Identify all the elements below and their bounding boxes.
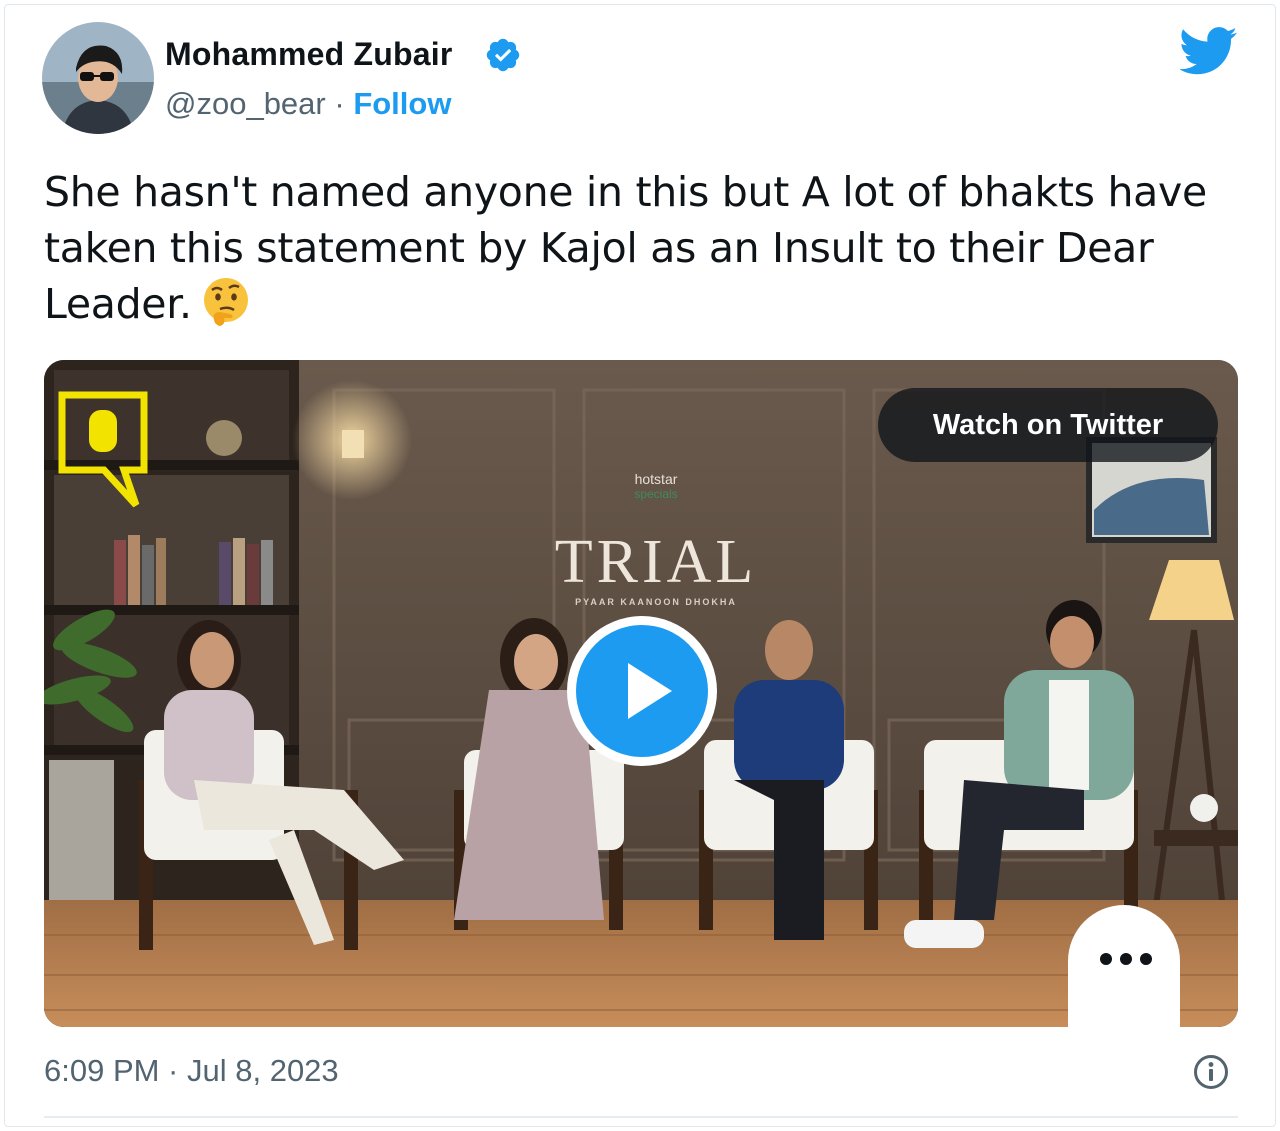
twitter-bird-icon[interactable]: [1180, 26, 1238, 76]
show-brand-sub: specials: [634, 487, 677, 501]
follow-button[interactable]: Follow: [353, 86, 451, 121]
thinking-face-icon: [203, 278, 248, 326]
separator: ·: [325, 86, 354, 121]
play-button-circle: [576, 625, 708, 757]
more-dots-icon: [1100, 953, 1152, 965]
verified-badge-icon: [486, 38, 520, 72]
tweet-text: She hasn't named anyone in this but A lo…: [44, 164, 1244, 332]
author-handle-row: @zoo_bear · Follow: [165, 86, 451, 122]
tweet-timestamp[interactable]: 6:09 PM · Jul 8, 2023: [44, 1053, 339, 1089]
show-brand: hotstar: [635, 471, 678, 487]
show-title: TRIAL: [555, 528, 758, 596]
play-icon: [628, 663, 672, 719]
info-icon[interactable]: [1193, 1054, 1229, 1090]
author-name[interactable]: Mohammed Zubair: [165, 36, 452, 73]
footer-divider: [44, 1116, 1238, 1118]
more-button[interactable]: [1068, 905, 1180, 1027]
show-tagline: PYAAR KAANOON DHOKHA: [575, 597, 737, 607]
author-handle[interactable]: @zoo_bear: [165, 86, 326, 121]
author-avatar[interactable]: [42, 22, 154, 134]
play-button[interactable]: [567, 616, 717, 766]
video-media[interactable]: hotstar specials TRIAL PYAAR KAANOON DHO…: [44, 360, 1238, 1027]
watch-on-twitter-button[interactable]: Watch on Twitter: [878, 388, 1218, 462]
